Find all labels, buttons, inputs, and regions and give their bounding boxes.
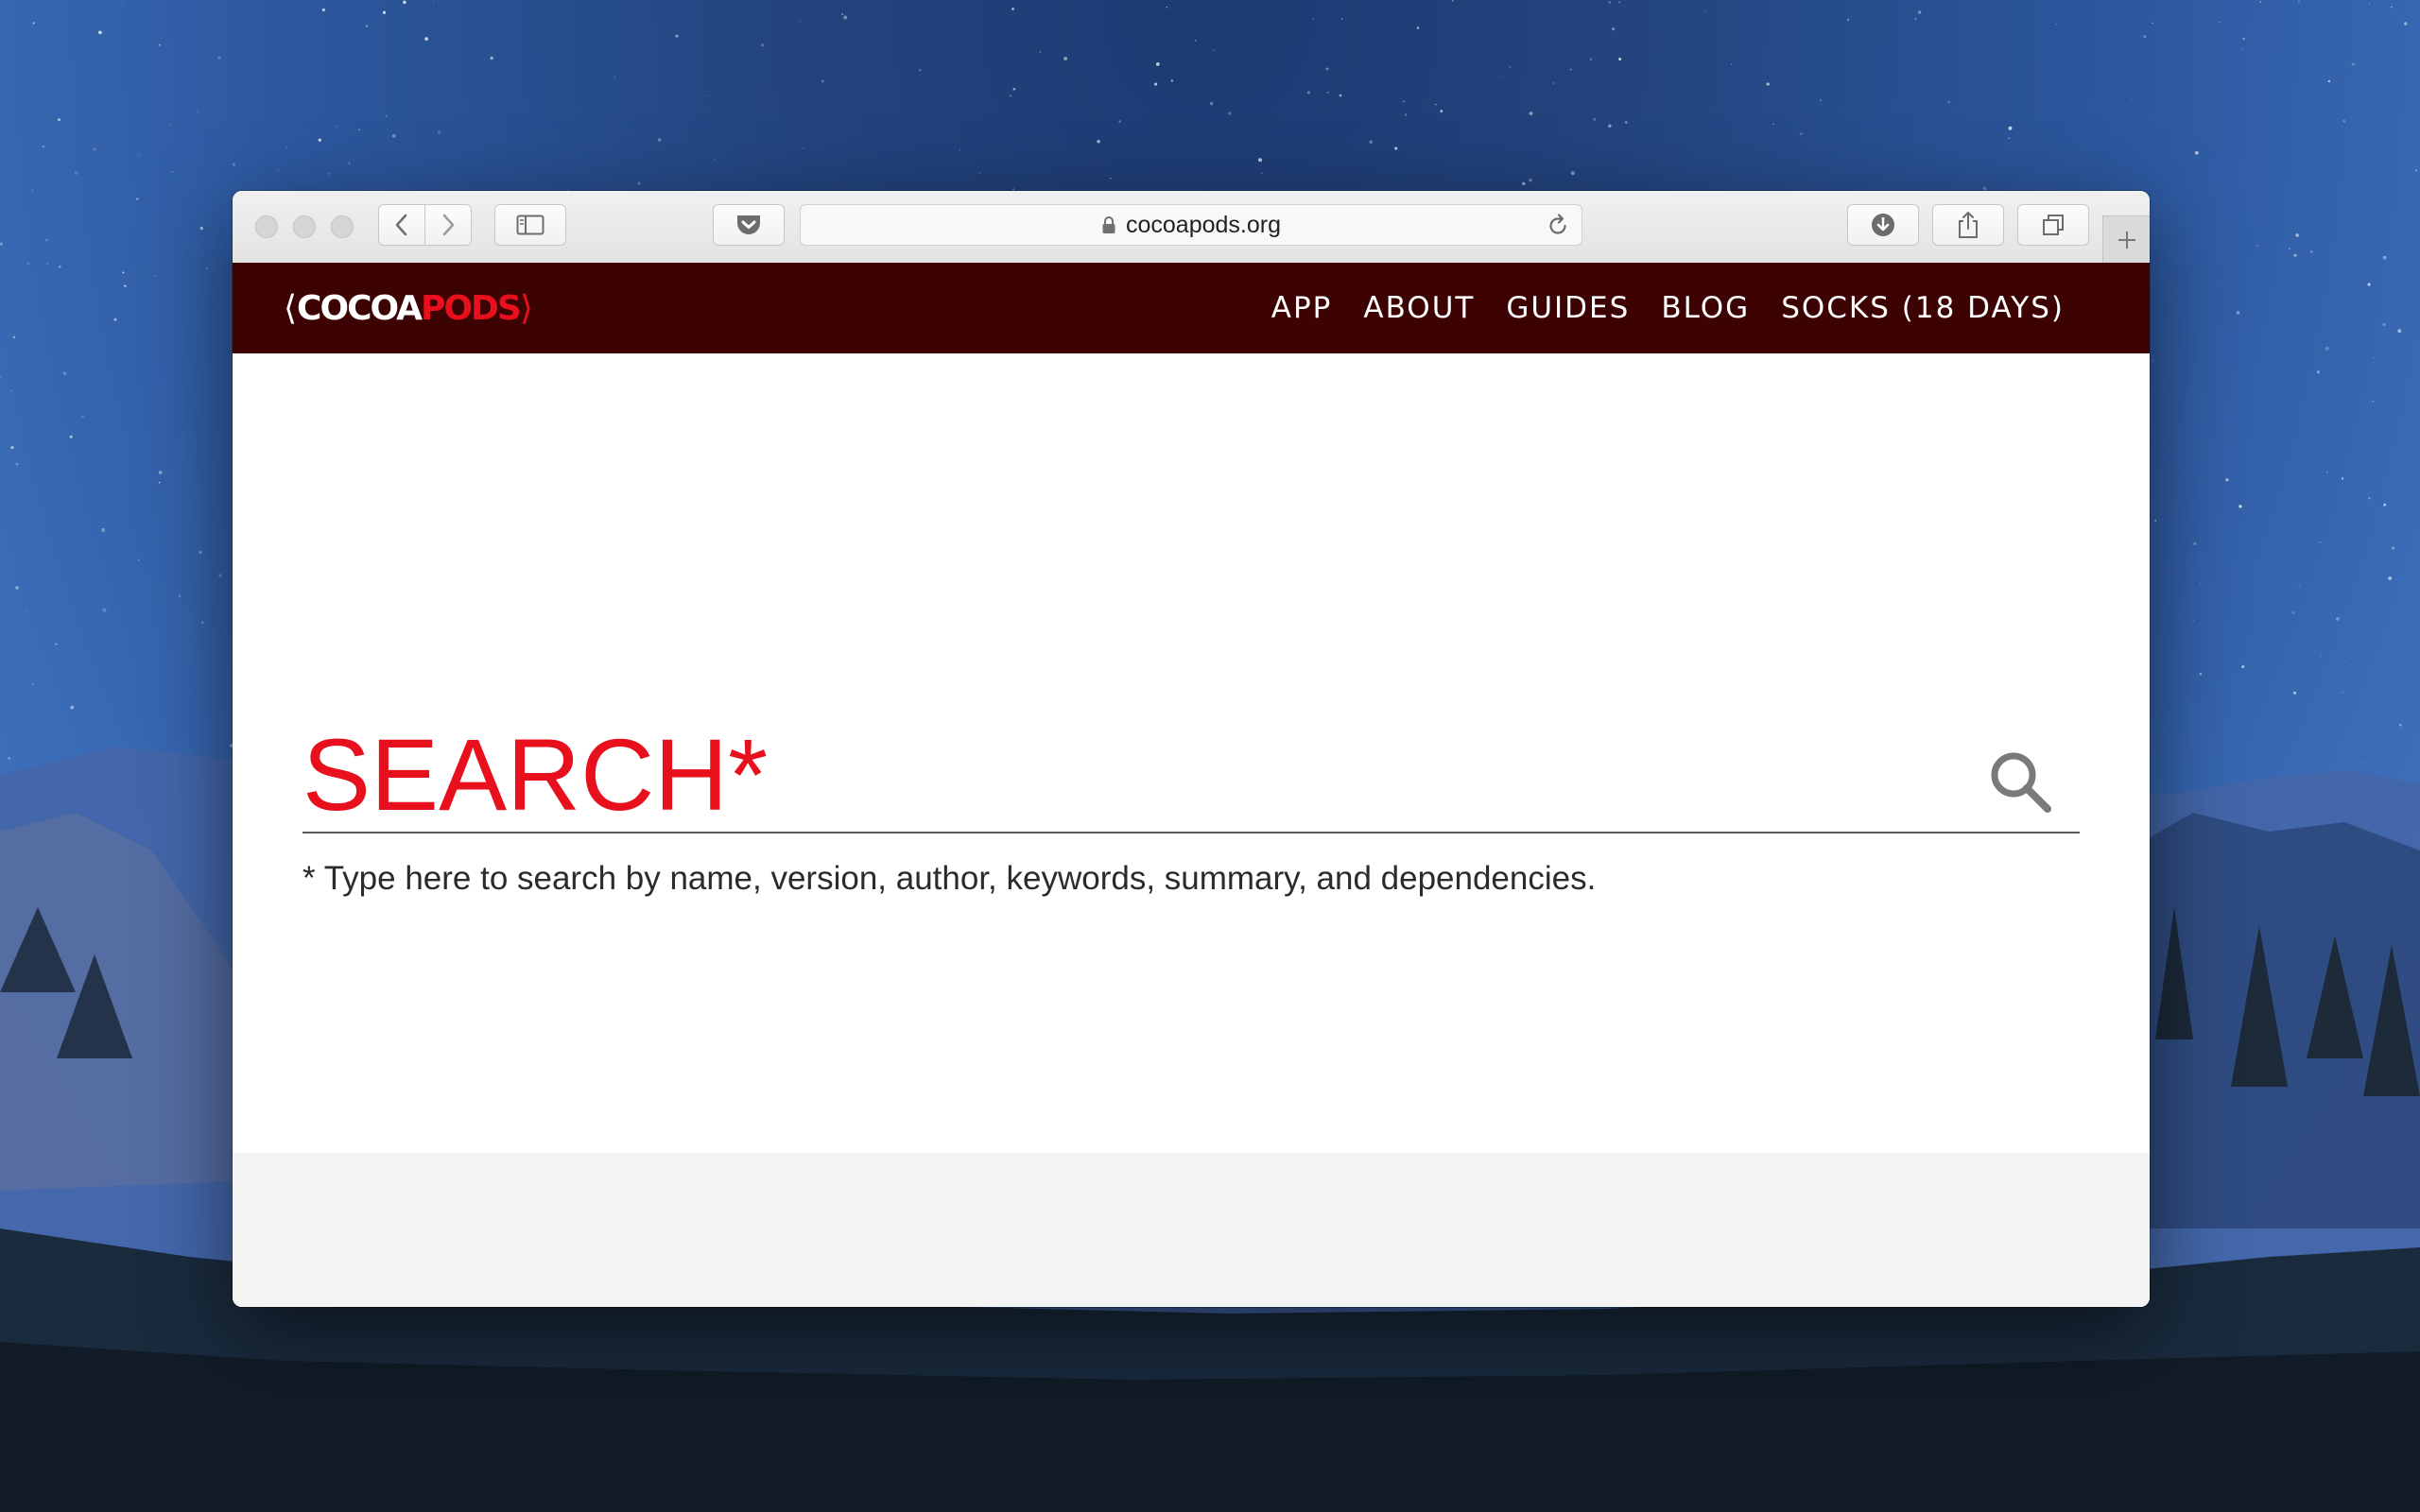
share-button[interactable]: [1932, 204, 2004, 246]
desktop-background: cocoapods.org ⟨ COCOA PODS ⟩ APP ABOUT G…: [0, 0, 2420, 1512]
pocket-icon: [737, 215, 760, 234]
minimize-window-button[interactable]: [293, 215, 316, 238]
chevron-left-icon: [395, 214, 407, 236]
logo-cocoa-text: COCOA: [297, 288, 423, 328]
reload-icon[interactable]: [1546, 214, 1570, 245]
pocket-button[interactable]: [713, 204, 785, 246]
site-header: ⟨ COCOA PODS ⟩ APP ABOUT GUIDES BLOG SOC…: [233, 263, 2150, 353]
page-footer: [233, 1153, 2150, 1307]
new-tab-button[interactable]: [2102, 215, 2150, 263]
logo-pods-text: PODS: [421, 288, 522, 328]
safari-window: cocoapods.org ⟨ COCOA PODS ⟩ APP ABOUT G…: [233, 191, 2150, 1307]
nav-socks-link[interactable]: SOCKS (18 DAYS): [1781, 291, 2065, 325]
nav-blog-link[interactable]: BLOG: [1661, 291, 1750, 325]
search-icon: [1991, 752, 2051, 813]
logo-right-bracket: ⟩: [519, 288, 533, 328]
web-page: ⟨ COCOA PODS ⟩ APP ABOUT GUIDES BLOG SOC…: [233, 263, 2150, 1307]
cocoapods-logo[interactable]: ⟨ COCOA PODS ⟩: [284, 286, 533, 330]
main-nav: APP ABOUT GUIDES BLOG SOCKS (18 DAYS): [1271, 285, 2065, 331]
tabs-overview-icon: [2043, 215, 2064, 235]
nav-app-link[interactable]: APP: [1271, 291, 1333, 325]
zoom-window-button[interactable]: [331, 215, 354, 238]
download-icon: [1872, 214, 1894, 236]
nav-guides-link[interactable]: GUIDES: [1506, 291, 1630, 325]
downloads-button[interactable]: [1847, 204, 1919, 246]
lock-icon: [1101, 215, 1116, 234]
sidebar-icon: [516, 215, 544, 235]
address-bar[interactable]: cocoapods.org: [800, 204, 1582, 246]
share-icon: [1959, 212, 1978, 238]
url-text: cocoapods.org: [1125, 211, 1281, 238]
plus-icon: [2118, 231, 2135, 249]
nav-about-link[interactable]: ABOUT: [1363, 291, 1475, 325]
search-input[interactable]: [302, 720, 1966, 830]
browser-toolbar: cocoapods.org: [233, 191, 2150, 264]
close-window-button[interactable]: [255, 215, 278, 238]
sidebar-button[interactable]: [494, 204, 566, 246]
logo-left-bracket: ⟨: [284, 288, 298, 328]
search-hint: * Type here to search by name, version, …: [302, 860, 1597, 897]
search-box: [302, 720, 2080, 833]
search-button[interactable]: [1985, 747, 2057, 818]
tabs-overview-button[interactable]: [2017, 204, 2089, 246]
forward-button[interactable]: [424, 204, 472, 246]
back-button[interactable]: [378, 204, 425, 246]
chevron-right-icon: [442, 214, 455, 236]
